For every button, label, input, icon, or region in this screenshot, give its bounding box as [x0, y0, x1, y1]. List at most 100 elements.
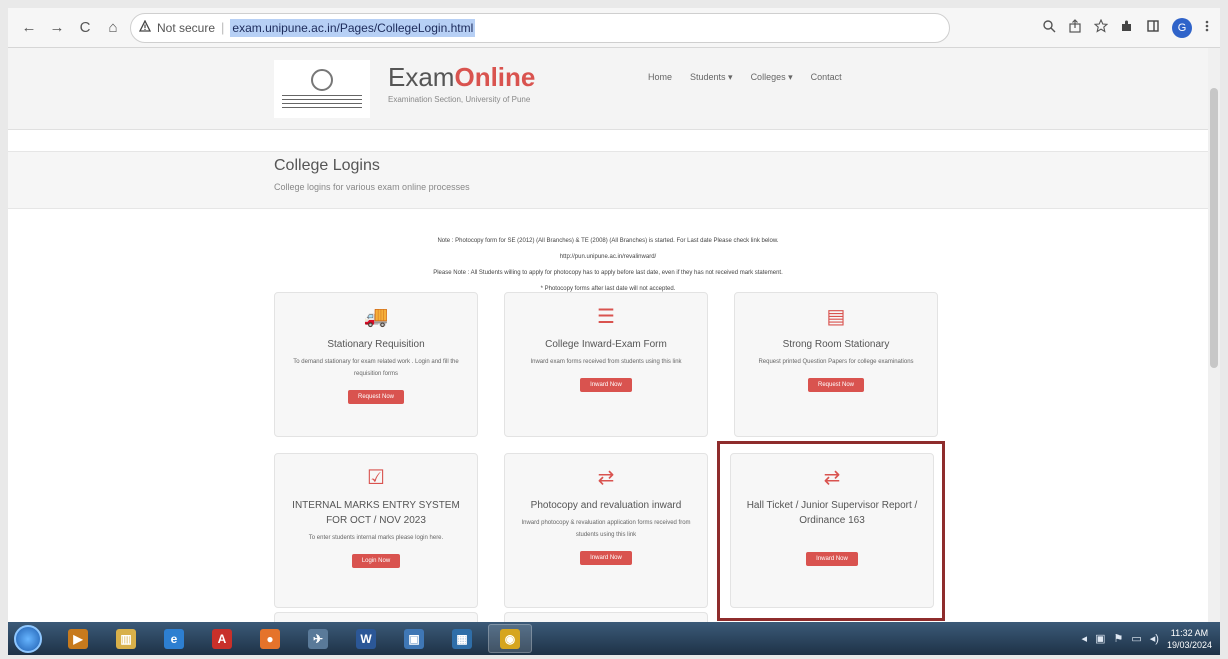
- nav-colleges[interactable]: Colleges ▾: [751, 72, 793, 83]
- extensions-icon[interactable]: [1120, 19, 1134, 36]
- warning-icon[interactable]: [138, 19, 152, 35]
- brand-suffix: Online: [454, 62, 536, 92]
- page-scrollbar[interactable]: [1208, 48, 1220, 622]
- login-now-button[interactable]: Login Now: [351, 554, 401, 568]
- chevron-left-icon[interactable]: ◂: [1082, 632, 1088, 645]
- chrome-icon: ◉: [500, 628, 520, 649]
- card-photocopy-revaluation-inward: ⇄ Photocopy and revaluation inward Inwar…: [504, 453, 708, 608]
- taskbar-apps: ▶ ▥ e A ● ✈ W ▣ ▦ ◉: [56, 624, 536, 653]
- card-title: Stationary Requisition: [327, 339, 425, 350]
- zoom-icon[interactable]: [1042, 19, 1056, 36]
- firefox-icon: ●: [260, 628, 280, 649]
- security-label[interactable]: Not secure: [157, 21, 215, 35]
- truck-icon: 🚚: [363, 306, 389, 328]
- tray-app-icon[interactable]: ▣: [1095, 632, 1105, 645]
- page-subtitle: College logins for various exam online p…: [274, 182, 470, 192]
- card-partial: [504, 612, 708, 622]
- card-description: Inward exam forms received from students…: [530, 359, 682, 365]
- remote-desktop-icon: ▦: [452, 628, 472, 649]
- window-app-icon: ▣: [404, 628, 424, 649]
- taskbar-app[interactable]: ✈: [296, 624, 340, 653]
- start-button[interactable]: [14, 624, 42, 653]
- file-explorer-icon: ▥: [116, 628, 136, 649]
- satellite-app-icon: ✈: [308, 628, 328, 649]
- taskbar-app[interactable]: ▶: [56, 624, 100, 653]
- address-bar[interactable]: Not secure | exam.unipune.ac.in/Pages/Co…: [130, 12, 950, 43]
- card-title: Strong Room Stationary: [782, 339, 890, 350]
- brand-prefix: Exam: [388, 62, 455, 92]
- address-separator: |: [221, 20, 225, 35]
- university-logo[interactable]: [274, 60, 370, 118]
- inward-now-button[interactable]: Inward Now: [580, 551, 632, 565]
- archive-icon: ▤: [826, 306, 846, 328]
- brand[interactable]: ExamOnline Examination Section, Universi…: [388, 62, 535, 104]
- reload-icon[interactable]: C: [74, 17, 96, 39]
- university-seal-icon: [311, 69, 333, 91]
- list-icon: ☰: [597, 306, 615, 328]
- page-viewport: ExamOnline Examination Section, Universi…: [8, 48, 1208, 622]
- browser-toolbar: ← → C ⌂ Not secure | exam.unipune.ac.in/…: [8, 8, 1220, 48]
- flag-icon[interactable]: ⚑: [1113, 632, 1123, 645]
- page-title: College Logins: [274, 157, 380, 174]
- taskbar-app[interactable]: A: [200, 624, 244, 653]
- word-icon: W: [356, 628, 376, 649]
- card-internal-marks-entry: ☑ INTERNAL MARKS ENTRY SYSTEM FOR OCT / …: [274, 453, 478, 608]
- forward-icon[interactable]: →: [46, 17, 68, 39]
- profile-avatar[interactable]: G: [1172, 17, 1192, 38]
- card-title: INTERNAL MARKS ENTRY SYSTEM FOR OCT / NO…: [292, 500, 460, 526]
- site-header: ExamOnline Examination Section, Universi…: [8, 48, 1208, 130]
- taskbar-app[interactable]: e: [152, 624, 196, 653]
- menu-icon[interactable]: [1204, 19, 1210, 36]
- card-description: To enter students internal marks please …: [308, 535, 444, 541]
- toolbar-actions: G: [1042, 17, 1210, 38]
- notice-line: Please Note : All Students willing to ap…: [433, 270, 783, 276]
- back-icon[interactable]: ←: [18, 17, 40, 39]
- media-player-icon: ▶: [68, 628, 88, 649]
- network-icon[interactable]: ▭: [1131, 632, 1141, 645]
- request-now-button[interactable]: Request Now: [807, 378, 865, 392]
- card-strong-room-stationary: ▤ Strong Room Stationary Request printed…: [734, 292, 938, 437]
- nav-home[interactable]: Home: [648, 72, 672, 83]
- notice-link[interactable]: http://pun.unipune.ac.in/revalinward/: [308, 249, 908, 265]
- taskbar-app[interactable]: ▣: [392, 624, 436, 653]
- notice-block: Note : Photocopy form for SE (2012) (All…: [308, 233, 908, 297]
- notice-line: Note : Photocopy form for SE (2012) (All…: [437, 238, 779, 244]
- top-nav: Home Students ▾ Colleges ▾ Contact: [648, 72, 842, 83]
- card-college-inward-exam-form: ☰ College Inward-Exam Form Inward exam f…: [504, 292, 708, 437]
- card-description: Inward photocopy & revaluation applicati…: [521, 520, 691, 538]
- taskbar-app[interactable]: ▦: [440, 624, 484, 653]
- taskbar: ▶ ▥ e A ● ✈ W ▣ ▦ ◉ ◂ ▣ ⚑ ▭ ◂) 11:32 AM 19/03/202…: [8, 622, 1220, 655]
- sidepanel-icon[interactable]: [1146, 19, 1160, 36]
- card-description: To demand stationary for exam related wo…: [293, 359, 459, 377]
- volume-icon[interactable]: ◂): [1150, 632, 1159, 645]
- brand-subtitle: Examination Section, University of Pune: [388, 95, 531, 104]
- card-partial: [274, 612, 478, 622]
- checkbox-icon: ☑: [367, 467, 385, 489]
- home-icon[interactable]: ⌂: [102, 17, 124, 39]
- highlight-box: [717, 441, 945, 621]
- inward-now-button[interactable]: Inward Now: [580, 378, 632, 392]
- scrollbar-thumb[interactable]: [1210, 88, 1218, 368]
- card-title: Photocopy and revaluation inward: [530, 500, 682, 511]
- card-title: College Inward-Exam Form: [545, 339, 667, 350]
- taskbar-app[interactable]: ◉: [488, 624, 532, 653]
- request-now-button[interactable]: Request Now: [347, 390, 405, 404]
- clock-date: 19/03/2024: [1166, 639, 1212, 650]
- internet-explorer-icon: e: [164, 628, 184, 649]
- clock-time: 11:32 AM: [1170, 627, 1209, 638]
- card-description: Request printed Question Papers for coll…: [758, 359, 914, 365]
- taskbar-app[interactable]: W: [344, 624, 388, 653]
- logo-wordmark: [282, 95, 362, 109]
- nav-contact[interactable]: Contact: [811, 72, 842, 83]
- clock[interactable]: 11:32 AM 19/03/2024: [1167, 627, 1212, 651]
- taskbar-app[interactable]: ●: [248, 624, 292, 653]
- taskbar-app[interactable]: ▥: [104, 624, 148, 653]
- nav-students[interactable]: Students ▾: [690, 72, 733, 83]
- page-banner: College Logins College logins for variou…: [8, 151, 1208, 209]
- card-stationary-requisition: 🚚 Stationary Requisition To demand stati…: [274, 292, 478, 437]
- star-icon[interactable]: [1093, 18, 1109, 36]
- acrobat-icon: A: [212, 628, 232, 649]
- url-text[interactable]: exam.unipune.ac.in/Pages/CollegeLogin.ht…: [230, 18, 476, 37]
- share-icon[interactable]: [1068, 19, 1082, 36]
- system-tray: ◂ ▣ ⚑ ▭ ◂) 11:32 AM 19/03/2024: [1082, 627, 1220, 651]
